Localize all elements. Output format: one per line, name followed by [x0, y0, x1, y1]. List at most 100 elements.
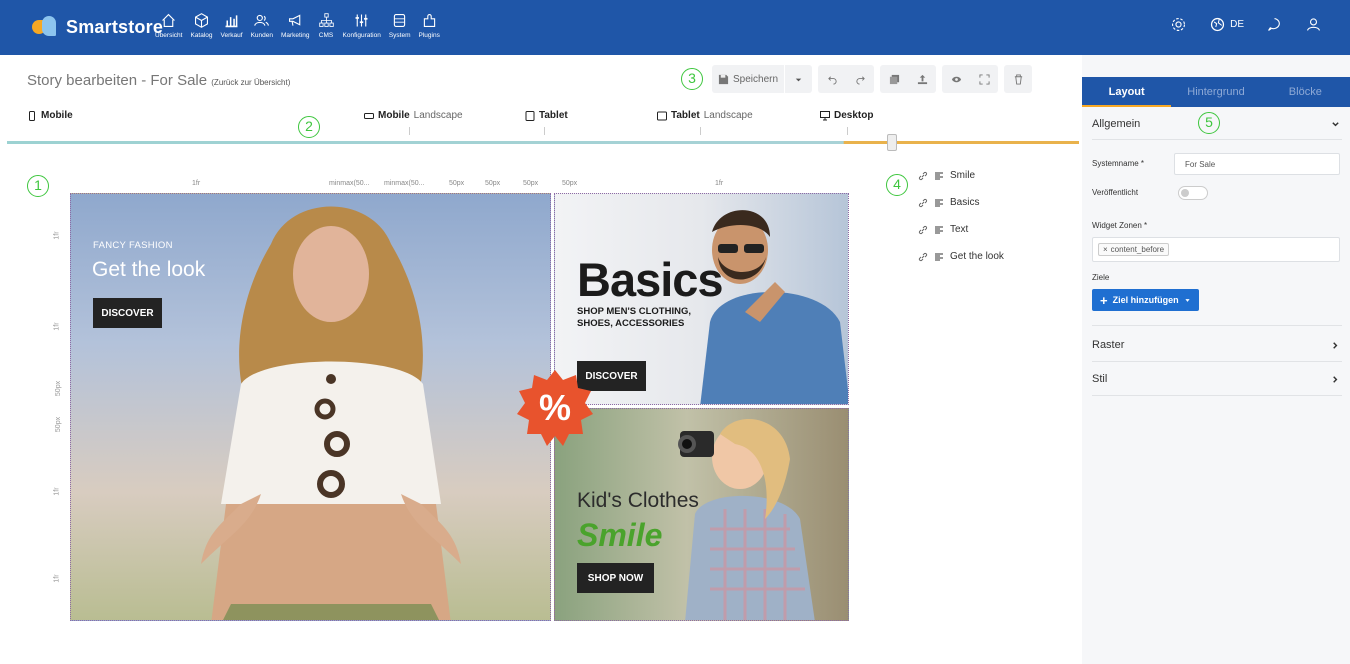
nav-item-catalog[interactable]: Katalog	[190, 12, 213, 39]
eye-icon	[951, 76, 961, 82]
fullscreen-button[interactable]	[970, 65, 998, 93]
language-code: DE	[1230, 19, 1244, 30]
callout-marker-2: 2	[298, 116, 320, 138]
undo-icon	[827, 75, 837, 85]
save-dropdown-toggle[interactable]	[784, 65, 812, 93]
mobile-icon	[29, 110, 35, 121]
column-label: 50px	[449, 180, 465, 187]
nav-label: Kunden	[250, 32, 273, 39]
add-target-label: Ziel hinzufügen	[1112, 295, 1179, 305]
device-tablet-landscape[interactable]: Tablet Landscape	[657, 110, 753, 121]
block-outline-list: Smile Basics Text Get the look	[918, 162, 1004, 270]
section-style-header[interactable]: Stil	[1092, 373, 1340, 385]
nav-item-plugins[interactable]: Plugins	[419, 12, 440, 39]
widget-zones-input[interactable]: × content_before	[1092, 237, 1340, 262]
row-label: 1fr	[53, 574, 61, 583]
device-label: Mobile	[41, 110, 73, 121]
mobile-landscape-icon	[364, 112, 374, 119]
preview-button[interactable]	[942, 65, 970, 93]
delete-button[interactable]	[1004, 65, 1032, 93]
kids-shop-now-button[interactable]: SHOP NOW	[577, 563, 654, 593]
globe-icon	[1211, 17, 1225, 32]
column-label: 50px	[562, 180, 578, 187]
tab-layout[interactable]: Layout	[1082, 77, 1172, 107]
nav-item-cms[interactable]: CMS	[318, 12, 335, 39]
callout-marker-1: 1	[27, 175, 49, 197]
align-left-icon	[935, 253, 943, 260]
section-grid-header[interactable]: Raster	[1092, 339, 1340, 351]
block-get-the-look[interactable]: FANCY FASHION Get the look DISCOVER	[70, 193, 551, 621]
column-label: 50px	[523, 180, 539, 187]
tab-blocks[interactable]: Blöcke	[1261, 77, 1350, 107]
align-left-icon	[935, 226, 943, 233]
device-label: Desktop	[834, 110, 874, 121]
megaphone-icon	[288, 14, 301, 26]
link-icon	[918, 225, 928, 234]
caret-down-icon	[1184, 298, 1190, 302]
chevron-down-icon	[1332, 121, 1339, 126]
breakpoint-slider-handle[interactable]	[887, 134, 897, 151]
column-label: minmax(50...	[329, 180, 370, 187]
nav-item-system[interactable]: System	[389, 12, 411, 39]
block-smile[interactable]: Kid's Clothes Smile SHOP NOW	[554, 408, 849, 621]
save-button[interactable]: Speichern	[712, 65, 784, 93]
top-right-actions: DE	[1170, 16, 1322, 33]
trash-icon	[1014, 73, 1022, 85]
copy-button[interactable]	[880, 65, 908, 93]
section-general-header[interactable]: Allgemein	[1092, 118, 1340, 130]
column-label: 50px	[485, 180, 501, 187]
widget-zone-chip[interactable]: × content_before	[1098, 243, 1170, 256]
outline-item-basics[interactable]: Basics	[918, 189, 1004, 216]
device-label: Tablet	[671, 110, 700, 121]
outline-item-get-the-look[interactable]: Get the look	[918, 243, 1004, 270]
device-mobile[interactable]: Mobile	[27, 110, 73, 121]
section-title: Raster	[1092, 339, 1125, 351]
breakpoint-slider-track[interactable]	[7, 141, 1079, 144]
home-icon	[162, 13, 176, 28]
nav-item-overview[interactable]: Übersicht	[155, 12, 182, 39]
upload-button[interactable]	[908, 65, 936, 93]
block-basics[interactable]: Basics SHOP MEN'S CLOTHING, SHOES, ACCES…	[554, 193, 849, 405]
divider	[1092, 395, 1342, 396]
back-to-overview-link[interactable]: (Zurück zur Übersicht)	[211, 78, 290, 87]
undo-button[interactable]	[818, 65, 846, 93]
nav-label: Übersicht	[155, 32, 183, 39]
systemname-input[interactable]: For Sale	[1174, 153, 1340, 175]
view-group	[942, 65, 999, 93]
nav-item-marketing[interactable]: Marketing	[281, 12, 310, 39]
link-icon	[918, 171, 928, 180]
device-desktop[interactable]: Desktop	[820, 110, 873, 121]
device-tablet[interactable]: Tablet	[525, 110, 568, 121]
chat-icon[interactable]	[1266, 16, 1283, 33]
nav-item-sales[interactable]: Verkauf	[221, 12, 243, 39]
outline-label: Smile	[950, 170, 976, 181]
add-target-button[interactable]: + Ziel hinzufügen	[1092, 289, 1199, 311]
published-toggle[interactable]	[1178, 186, 1208, 200]
user-icon[interactable]	[1305, 16, 1322, 33]
plus-icon: +	[1100, 292, 1108, 308]
row-label: 1fr	[53, 231, 61, 240]
settings-icon[interactable]	[1170, 16, 1187, 33]
upload-icon	[917, 74, 927, 84]
fashion-discover-button[interactable]: DISCOVER	[93, 298, 162, 328]
outline-item-smile[interactable]: Smile	[918, 162, 1004, 189]
redo-button[interactable]	[846, 65, 874, 93]
remove-chip-icon[interactable]: ×	[1103, 245, 1108, 254]
kids-accent: Smile	[577, 517, 663, 553]
brand-logo[interactable]: Smartstore	[32, 14, 163, 40]
device-mobile-landscape[interactable]: Mobile Landscape	[364, 110, 463, 121]
divider	[1092, 361, 1342, 362]
nav-item-customers[interactable]: Kunden	[251, 12, 273, 39]
language-switcher[interactable]: DE	[1209, 16, 1244, 33]
cube-icon	[194, 13, 208, 28]
page-title: Story bearbeiten - For Sale (Zurück zur …	[27, 72, 290, 89]
nav-label: CMS	[318, 32, 334, 39]
breakpoint-tick	[847, 127, 848, 135]
copy-icon	[889, 74, 899, 84]
outline-item-text[interactable]: Text	[918, 216, 1004, 243]
tab-background[interactable]: Hintergrund	[1171, 77, 1260, 107]
nav-item-configuration[interactable]: Konfiguration	[343, 12, 381, 39]
divider	[1092, 325, 1342, 326]
row-label: 1fr	[53, 322, 61, 331]
properties-panel: Layout Hintergrund Blöcke 5 Allgemein Sy…	[1082, 55, 1350, 664]
